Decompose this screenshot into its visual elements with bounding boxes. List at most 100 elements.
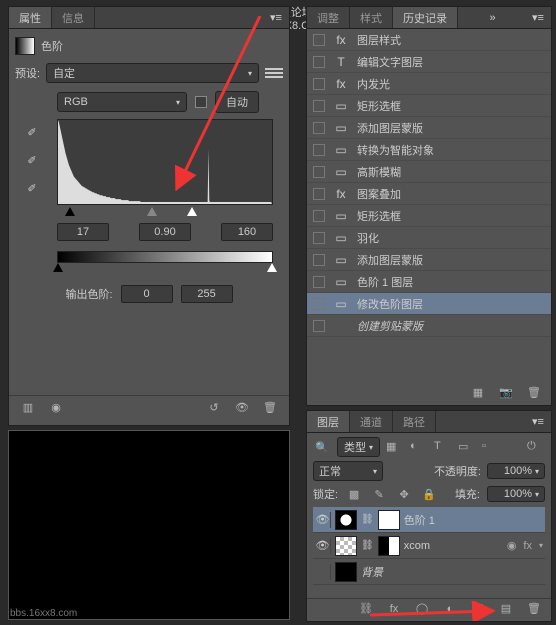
layer-row[interactable]: 背景 <box>313 559 545 585</box>
history-item[interactable]: ▭矩形选框 <box>307 205 551 227</box>
new-layer-icon[interactable]: ▤ <box>497 600 515 618</box>
gray-point-eyedropper-icon[interactable]: ✐ <box>23 151 41 169</box>
history-item[interactable]: fx内发光 <box>307 73 551 95</box>
output-white-slider[interactable] <box>267 263 277 272</box>
filter-text-icon[interactable]: T <box>434 440 452 454</box>
filter-pixel-icon[interactable]: ▦ <box>386 440 404 454</box>
preset-menu-icon[interactable] <box>265 66 283 80</box>
tab-history[interactable]: 历史记录 <box>393 7 458 28</box>
history-list: fx图层样式T编辑文字图层fx内发光▭矩形选框▭添加图层蒙版▭转换为智能对象▭高… <box>307 29 551 377</box>
tab-styles[interactable]: 样式 <box>350 7 393 28</box>
tab-properties[interactable]: 属性 <box>9 7 52 28</box>
reset-icon[interactable]: ↺ <box>205 399 223 417</box>
history-item[interactable]: ▭羽化 <box>307 227 551 249</box>
history-step-icon: ▭ <box>333 99 349 113</box>
history-step-icon: T <box>333 55 349 69</box>
highlights-input[interactable]: 160 <box>221 223 273 241</box>
output-black-input[interactable]: 0 <box>121 285 173 303</box>
midtones-input[interactable]: 0.90 <box>139 223 191 241</box>
canvas-preview <box>8 430 290 620</box>
panel-menu-icon[interactable]: ▾≡ <box>269 11 283 25</box>
new-adjustment-icon[interactable]: ◐ <box>441 600 459 618</box>
black-point-eyedropper-icon[interactable]: ✐ <box>23 123 41 141</box>
history-item[interactable]: ▭转换为智能对象 <box>307 139 551 161</box>
levels-icon <box>15 37 35 55</box>
auto-checkbox[interactable] <box>195 96 207 108</box>
channel-select[interactable]: RGB ▾ <box>57 92 187 112</box>
lock-label: 锁定: <box>313 486 338 502</box>
history-item[interactable]: ▭添加图层蒙版 <box>307 117 551 139</box>
history-label: 高斯模糊 <box>357 164 401 180</box>
midtones-slider[interactable] <box>147 207 157 216</box>
adjustment-thumb <box>335 510 357 530</box>
filter-adjustment-icon[interactable]: ◐ <box>410 440 428 454</box>
opacity-input[interactable]: 100%▾ <box>487 463 545 479</box>
panel-menu-icon[interactable]: ▾≡ <box>531 415 545 429</box>
white-point-eyedropper-icon[interactable]: ✐ <box>23 179 41 197</box>
visibility-icon[interactable]: 👁 <box>315 538 331 554</box>
history-item[interactable]: ▭色阶 1 图层 <box>307 271 551 293</box>
shadows-slider[interactable] <box>65 207 75 216</box>
lock-transparency-icon[interactable]: ▩ <box>345 485 363 503</box>
history-label: 图案叠加 <box>357 186 401 202</box>
history-item[interactable]: 创建剪贴蒙版 <box>307 315 551 337</box>
history-item[interactable]: ▭高斯模糊 <box>307 161 551 183</box>
fx-badge-icon[interactable]: fx <box>523 540 532 552</box>
auto-button[interactable]: 自动 <box>215 91 259 113</box>
search-icon[interactable]: 🔍 <box>313 438 331 456</box>
output-white-input[interactable]: 255 <box>181 285 233 303</box>
layer-row[interactable]: 👁 ⛓ xcom ◉ fx ▾ <box>313 533 545 559</box>
layers-tab-bar: 图层 通道 路径 ▾≡ <box>307 411 551 433</box>
lock-position-icon[interactable]: ✥ <box>395 485 413 503</box>
create-document-icon[interactable]: ▦ <box>469 383 487 401</box>
tab-layers[interactable]: 图层 <box>307 411 350 432</box>
history-item[interactable]: ▭修改色阶图层 <box>307 293 551 315</box>
tab-channels[interactable]: 通道 <box>350 411 393 432</box>
new-group-icon[interactable]: 📁 <box>469 600 487 618</box>
panel-menu-icon[interactable]: ▾≡ <box>531 11 545 25</box>
history-label: 矩形选框 <box>357 98 401 114</box>
tab-adjustments[interactable]: 调整 <box>307 7 350 28</box>
visibility-icon[interactable] <box>315 564 331 580</box>
history-step-icon: ▭ <box>333 121 349 135</box>
filter-shape-icon[interactable]: ▭ <box>458 440 476 454</box>
filter-smart-icon[interactable]: ▫ <box>482 440 500 454</box>
history-item[interactable]: fx图案叠加 <box>307 183 551 205</box>
lock-all-icon[interactable]: 🔒 <box>420 485 438 503</box>
adjustment-title: 色阶 <box>41 38 63 54</box>
smart-filter-icon[interactable]: ◉ <box>507 539 517 552</box>
layer-name: 色阶 1 <box>404 512 435 528</box>
history-item[interactable]: T编辑文字图层 <box>307 51 551 73</box>
filter-type-select[interactable]: 类型 ▾ <box>337 437 380 457</box>
link-layers-icon[interactable]: ⛓ <box>357 600 375 618</box>
blend-mode-select[interactable]: 正常 ▾ <box>313 461 383 481</box>
fx-expand-icon[interactable]: ▾ <box>539 541 543 550</box>
add-mask-icon[interactable]: ◯ <box>413 600 431 618</box>
delete-state-icon[interactable]: 🗑 <box>525 383 543 401</box>
clip-to-layer-icon[interactable]: ▥ <box>19 399 37 417</box>
collapse-icon[interactable]: » <box>489 12 495 24</box>
output-black-slider[interactable] <box>53 263 63 272</box>
history-item[interactable]: ▭添加图层蒙版 <box>307 249 551 271</box>
toggle-visibility-icon[interactable]: 👁 <box>233 399 251 417</box>
preset-label: 预设: <box>15 65 40 81</box>
view-previous-icon[interactable]: ◉ <box>47 399 65 417</box>
highlights-slider[interactable] <box>187 207 197 216</box>
visibility-icon[interactable]: 👁 <box>315 512 331 528</box>
tab-paths[interactable]: 路径 <box>393 411 436 432</box>
tab-info[interactable]: 信息 <box>52 7 95 28</box>
snapshot-icon[interactable]: 📷 <box>497 383 515 401</box>
mask-link-icon[interactable]: ⛓ <box>361 514 374 525</box>
shadows-input[interactable]: 17 <box>57 223 109 241</box>
history-item[interactable]: fx图层样式 <box>307 29 551 51</box>
preset-select[interactable]: 自定 ▾ <box>46 63 259 83</box>
fx-icon[interactable]: fx <box>385 600 403 618</box>
fill-input[interactable]: 100%▾ <box>487 486 545 502</box>
mask-link-icon[interactable]: ⛓ <box>361 540 374 551</box>
history-item[interactable]: ▭ 矩形选框 <box>307 95 551 117</box>
delete-layer-icon[interactable]: 🗑 <box>525 600 543 618</box>
layer-row[interactable]: 👁 ⛓ 色阶 1 <box>313 507 545 533</box>
lock-pixels-icon[interactable]: ✎ <box>370 485 388 503</box>
delete-adjustment-icon[interactable]: 🗑 <box>261 399 279 417</box>
filter-toggle-icon[interactable]: ⏻ <box>527 440 545 454</box>
